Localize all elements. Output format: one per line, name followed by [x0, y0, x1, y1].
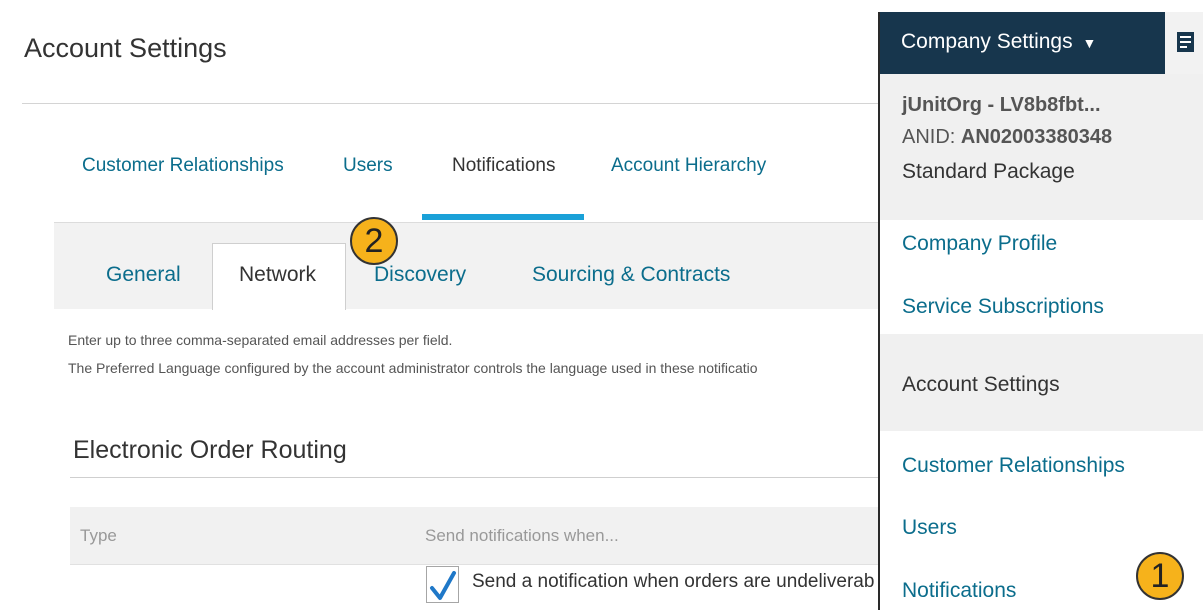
column-header-type: Type [80, 526, 117, 545]
table-header: Type Send notifications when... [70, 507, 880, 565]
anid-value: AN02003380348 [960, 126, 1113, 148]
org-package: Standard Package [902, 160, 1075, 183]
menu-link-service-subscriptions[interactable]: Service Subscriptions [902, 295, 1104, 319]
menu-link-notifications[interactable]: Notifications [902, 579, 1016, 603]
main-content: Account Settings Customer Relationships … [0, 0, 880, 610]
callout-badge-2: 2 [350, 217, 398, 265]
menu-item-account-settings[interactable]: Account Settings [880, 334, 1203, 431]
tab-users[interactable]: Users [343, 155, 393, 177]
tab-notifications[interactable]: Notifications [452, 155, 556, 177]
subtab-sourcing-contracts[interactable]: Sourcing & Contracts [532, 263, 730, 287]
subtab-general[interactable]: General [106, 263, 181, 287]
org-info: jUnitOrg - LV8b8fbt... ANID: AN020033803… [880, 74, 1203, 220]
menu-link-users[interactable]: Users [902, 516, 957, 540]
info-text-line-1: Enter up to three comma-separated email … [68, 332, 453, 348]
menu-item-account-settings-label: Account Settings [902, 373, 1060, 396]
anid-label: ANID: [902, 126, 956, 148]
active-tab-indicator [422, 214, 584, 220]
tab-account-hierarchy[interactable]: Account Hierarchy [611, 155, 766, 177]
section-title: Electronic Order Routing [73, 436, 347, 464]
org-anid: ANID: AN02003380348 [902, 126, 1112, 149]
column-header-send-when: Send notifications when... [425, 526, 619, 545]
undeliverable-option-label: Send a notification when orders are unde… [472, 571, 875, 592]
document-icon-graphic [1177, 32, 1194, 52]
subtab-network[interactable]: Network [239, 263, 316, 287]
tab-customer-relationships[interactable]: Customer Relationships [82, 155, 284, 177]
document-icon[interactable] [1165, 12, 1203, 74]
org-name: jUnitOrg - LV8b8fbt... [902, 94, 1101, 116]
menu-link-customer-relationships[interactable]: Customer Relationships [902, 454, 1125, 478]
info-text-line-2: The Preferred Language configured by the… [68, 360, 758, 376]
company-settings-panel: Company Settings ▼ jUnitOrg - LV8b8fbt..… [878, 12, 1203, 610]
company-settings-menu[interactable]: Company Settings ▼ [880, 12, 1165, 74]
subtab-bar: General Network Discovery Sourcing & Con… [54, 222, 880, 310]
title-divider [22, 103, 880, 104]
callout-badge-1: 1 [1136, 552, 1184, 600]
page-title: Account Settings [24, 33, 227, 63]
company-settings-text: Company Settings [901, 30, 1073, 53]
company-settings-label: Company Settings ▼ [901, 30, 1096, 54]
checkmark-icon [430, 571, 456, 600]
caret-down-icon: ▼ [1082, 35, 1097, 51]
subtab-discovery[interactable]: Discovery [374, 263, 466, 287]
settings-tabs: Customer Relationships Users Notificatio… [54, 150, 880, 224]
undeliverable-checkbox[interactable] [426, 566, 459, 603]
menu-link-company-profile[interactable]: Company Profile [902, 232, 1057, 256]
section-divider [70, 477, 880, 478]
